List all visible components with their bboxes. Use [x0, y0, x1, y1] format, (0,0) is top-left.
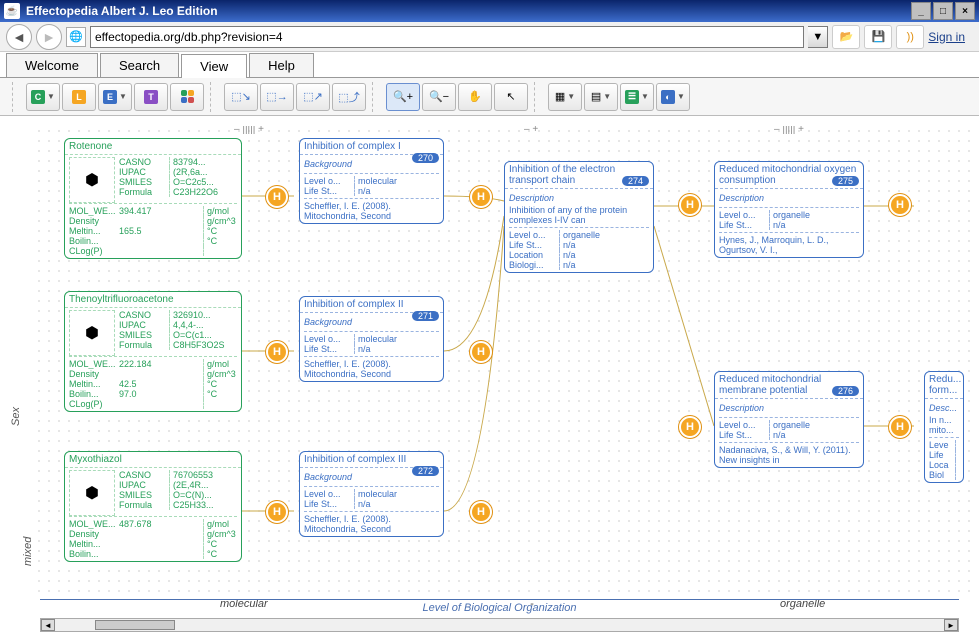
scroll-right-button[interactable]: ►	[944, 619, 958, 631]
node-title: Thenoyltrifluoroacetone	[65, 292, 241, 308]
tool-path-2[interactable]: ⬚→	[260, 83, 294, 111]
divider-right: – ||||| +	[774, 126, 804, 135]
url-input[interactable]: effectopedia.org/db.php?revision=4	[90, 26, 804, 48]
pathway-canvas-container: Sex mixed – ||||| + – + – ||||| + Roteno…	[0, 116, 979, 640]
tab-welcome[interactable]: Welcome	[6, 53, 98, 77]
tab-help[interactable]: Help	[249, 53, 314, 77]
tab-search[interactable]: Search	[100, 53, 179, 77]
linker-node[interactable]: H	[266, 186, 288, 208]
node-title: Myxothiazol	[65, 452, 241, 468]
event-node[interactable]: Reduced mitochondrial oxygen consumption…	[714, 161, 864, 258]
linker-node[interactable]: H	[470, 186, 492, 208]
node-title: Redu... form...	[925, 372, 963, 399]
layout-1-button[interactable]: ▦▼	[548, 83, 582, 111]
tool-chemical[interactable]: C▼	[26, 83, 60, 111]
window-titlebar: ☕ Effectopedia Albert J. Leo Edition _ □…	[0, 0, 979, 22]
sound-button[interactable]: ))	[896, 25, 924, 49]
minimize-button[interactable]: _	[911, 2, 931, 20]
node-id-badge: 270	[412, 153, 439, 163]
nav-forward-button[interactable]: ►	[36, 24, 62, 50]
save-button[interactable]: 💾	[864, 25, 892, 49]
event-node[interactable]: Redu... form...Desc...In n... mito...Lev…	[924, 371, 964, 483]
linker-node[interactable]: H	[679, 416, 701, 438]
event-node[interactable]: Inhibition of complex I270BackgroundLeve…	[299, 138, 444, 224]
event-node[interactable]: Inhibition of the electron transport cha…	[504, 161, 654, 273]
tool-grid[interactable]	[170, 83, 204, 111]
chemical-node[interactable]: Thenoyltrifluoroacetone⬢CASNO326910...IU…	[64, 291, 242, 412]
address-bar: ◄ ► 🌐 effectopedia.org/db.php?revision=4…	[0, 22, 979, 52]
window-title: Effectopedia Albert J. Leo Edition	[26, 4, 218, 18]
linker-node[interactable]: H	[889, 416, 911, 438]
divider-left: – ||||| +	[234, 126, 264, 135]
y-axis-label-mixed: mixed	[22, 537, 34, 566]
url-dropdown[interactable]: ▼	[808, 26, 828, 48]
tool-link[interactable]: L	[62, 83, 96, 111]
linker-node[interactable]: H	[889, 194, 911, 216]
node-id-badge: 272	[412, 466, 439, 476]
tool-path-3[interactable]: ⬚↗	[296, 83, 330, 111]
x-axis-title: Level of Biological Organization	[40, 599, 959, 614]
linker-node[interactable]: H	[470, 341, 492, 363]
tab-view[interactable]: View	[181, 54, 247, 78]
tool-path-4[interactable]: ⬚⤴	[332, 83, 366, 111]
node-id-badge: 276	[832, 386, 859, 396]
pointer-button[interactable]: ↖	[494, 83, 528, 111]
linker-node[interactable]: H	[470, 501, 492, 523]
horizontal-scrollbar[interactable]: ◄ ►	[40, 618, 959, 632]
node-id-badge: 271	[412, 311, 439, 321]
molecule-structure-icon: ⬢	[69, 470, 115, 516]
event-node[interactable]: Inhibition of complex II271BackgroundLev…	[299, 296, 444, 382]
divider-mid: – +	[524, 126, 538, 135]
open-folder-button[interactable]: 📂	[832, 25, 860, 49]
chemical-node[interactable]: Myxothiazol⬢CASNO76706553IUPAC(2E,4R...S…	[64, 451, 242, 562]
linker-node[interactable]: H	[266, 341, 288, 363]
nav-back-button[interactable]: ◄	[6, 24, 32, 50]
tool-path-1[interactable]: ⬚↘	[224, 83, 258, 111]
pan-button[interactable]: ✋	[458, 83, 492, 111]
y-axis: Sex mixed	[10, 236, 26, 536]
settings-button[interactable]: ◐▼	[656, 83, 690, 111]
view-toolbar: C▼ L E▼ T ⬚↘ ⬚→ ⬚↗ ⬚⤴ 🔍+ 🔍− ✋ ↖ ▦▼ ▤▼ ☰▼…	[0, 78, 979, 116]
node-subtitle: Description	[719, 401, 859, 415]
maximize-button[interactable]: □	[933, 2, 953, 20]
pathway-canvas[interactable]: – ||||| + – + – ||||| + Rotenone⬢CASNO83…	[34, 126, 971, 600]
molecule-structure-icon: ⬢	[69, 310, 115, 356]
linker-node[interactable]: H	[266, 501, 288, 523]
site-icon: 🌐	[66, 27, 86, 47]
node-id-badge: 274	[622, 176, 649, 186]
view-mode-button[interactable]: ☰▼	[620, 83, 654, 111]
zoom-in-button[interactable]: 🔍+	[386, 83, 420, 111]
molecule-structure-icon: ⬢	[69, 157, 115, 203]
linker-node[interactable]: H	[679, 194, 701, 216]
node-id-badge: 275	[832, 176, 859, 186]
node-subtitle: Description	[719, 191, 859, 205]
node-subtitle: Description	[509, 191, 649, 205]
scroll-left-button[interactable]: ◄	[41, 619, 55, 631]
main-tabs: Welcome Search View Help	[0, 52, 979, 78]
close-button[interactable]: ×	[955, 2, 975, 20]
tool-test[interactable]: T	[134, 83, 168, 111]
sign-in-link[interactable]: Sign in	[928, 30, 973, 44]
chemical-node[interactable]: Rotenone⬢CASNO83794...IUPAC(2R,6a...SMIL…	[64, 138, 242, 259]
scroll-thumb[interactable]	[95, 620, 175, 630]
node-subtitle: Desc...	[929, 401, 959, 415]
event-node[interactable]: Reduced mitochondrial membrane potential…	[714, 371, 864, 468]
node-title: Rotenone	[65, 139, 241, 155]
layout-2-button[interactable]: ▤▼	[584, 83, 618, 111]
zoom-out-button[interactable]: 🔍−	[422, 83, 456, 111]
app-icon: ☕	[4, 3, 20, 19]
event-node[interactable]: Inhibition of complex III272BackgroundLe…	[299, 451, 444, 537]
tool-event[interactable]: E▼	[98, 83, 132, 111]
y-axis-label-sex: Sex	[10, 407, 22, 426]
